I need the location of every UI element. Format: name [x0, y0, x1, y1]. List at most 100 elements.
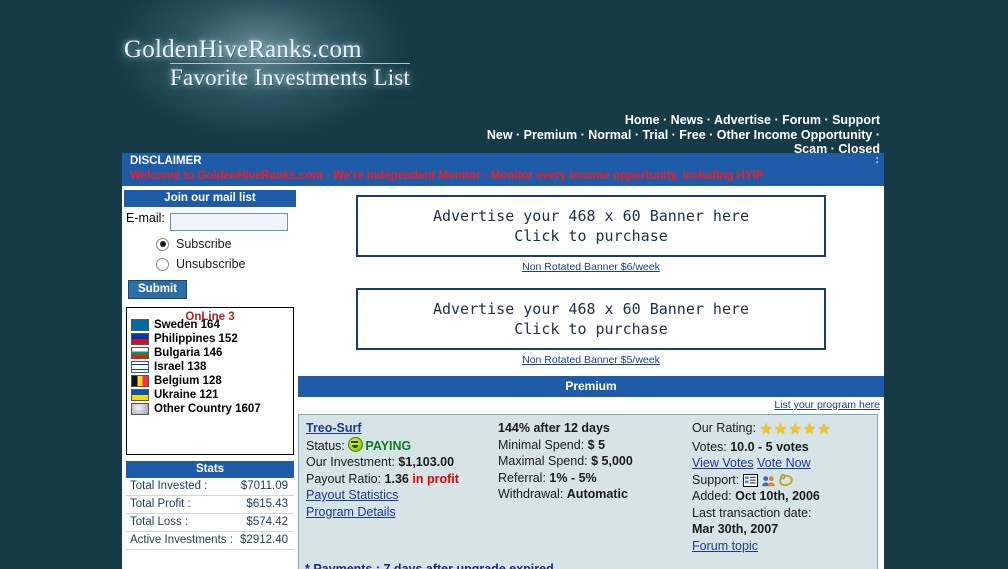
disclaimer-title: DISCLAIMER [130, 155, 202, 167]
star-icon: ★ [802, 421, 818, 438]
premium-section-title: Premium [298, 376, 884, 397]
payout-ratio-row: Payout Ratio: 1.36 in profit [306, 471, 498, 488]
nav-link-news[interactable]: News [671, 113, 704, 127]
nav-link-free[interactable]: Free [679, 128, 705, 142]
online-country-label: Other Country 1607 [154, 403, 261, 415]
online-country-label: Sweden 164 [154, 319, 220, 331]
votes-row: Votes: 10.0 - 5 votes [692, 439, 877, 456]
unsubscribe-radio-row[interactable]: Unsubscribe [156, 257, 294, 271]
minimal-spend-row: Minimal Spend: $ 5 [498, 437, 688, 454]
payout-statistics-link[interactable]: Payout Statistics [306, 488, 398, 502]
nav-link-normal[interactable]: Normal [588, 128, 631, 142]
plan-text: 144% after 12 days [498, 421, 610, 435]
nav-link-forum[interactable]: Forum [782, 113, 821, 127]
program-name-link[interactable]: Treo-Surf [306, 421, 362, 435]
maillist-title: Join our mail list [124, 190, 296, 207]
philippines-flag-icon [131, 333, 149, 345]
email-row: E-mail: [126, 211, 294, 231]
nav-link-premium[interactable]: Premium [524, 128, 578, 142]
withdrawal-row: Withdrawal: Automatic [498, 486, 688, 503]
israel-flag-icon [131, 361, 149, 373]
list-item: Belgium 128 [127, 374, 293, 388]
list-item: Other Country 1607 [127, 402, 293, 416]
subscribe-radio[interactable] [156, 237, 169, 251]
nav-row-2: New · Premium · Normal · Trial · Free · … [486, 127, 880, 142]
disclaimer-header: DISCLAIMER : [122, 153, 884, 170]
star-icon: ★ [817, 421, 832, 438]
advertise-banner[interactable]: Advertise your 468 x 60 Banner here Clic… [356, 195, 826, 257]
banner-line-2: Click to purchase [514, 320, 668, 338]
sidebar: Join our mail list E-mail: Subscribe Uns… [122, 186, 298, 550]
nav-link-other-income-opportunity[interactable]: Other Income Opportunity [717, 128, 873, 142]
investment-value: $1,103.00 [398, 455, 455, 469]
stats-value: $7011.09 [240, 480, 288, 492]
list-your-program-link[interactable]: List your program here [774, 399, 880, 411]
disclaimer-menu-dots[interactable]: : [876, 154, 879, 167]
online-country-label: Belgium 128 [154, 375, 222, 387]
list-item: Sweden 164 [127, 318, 293, 332]
disclaimer-marquee: Welcome to GoldenHiveRanks.com - We're i… [122, 170, 884, 186]
forum-topic-link[interactable]: Forum topic [692, 539, 758, 553]
listing-column-left: Treo-Surf Status: PAYING Our Investment:… [299, 420, 498, 554]
votes-value: 10.0 - 5 votes [730, 439, 809, 454]
list-item: Philippines 152 [127, 332, 293, 346]
added-value: Oct 10th, 2006 [735, 489, 820, 503]
online-visitors-box: OnLine 3 Sweden 164 Philippines 152 Bulg… [126, 307, 294, 455]
stats-value: $615.43 [246, 498, 288, 510]
nav-link-new[interactable]: New [487, 128, 513, 142]
smiley-icon [348, 436, 364, 452]
site-logo[interactable]: GoldenHiveRanks.com Favorite Investments… [124, 36, 411, 91]
email-input[interactable] [170, 213, 288, 231]
minimal-spend-label: Minimal Spend: [498, 437, 585, 452]
page-root: GoldenHiveRanks.com Favorite Investments… [0, 0, 1008, 569]
nav-link-advertise[interactable]: Advertise [714, 113, 771, 127]
maximal-spend-label: Maximal Spend: [498, 454, 588, 468]
logo-line-1: GoldenHiveRanks.com [124, 36, 362, 63]
star-icon: ★ [788, 421, 803, 438]
banner-line-2: Click to purchase [514, 227, 668, 245]
withdrawal-label: Withdrawal: [498, 487, 564, 501]
last-transaction-label: Last transaction date: [692, 505, 812, 520]
table-row: Total Invested : $7011.09 [126, 478, 294, 496]
referral-label: Referral: [498, 470, 546, 485]
banner-price-link[interactable]: Non Rotated Banner $5/week [298, 354, 884, 366]
status-badge: PAYING [365, 438, 412, 453]
referral-value: 1% - 5% [549, 470, 597, 485]
contact-form-icon[interactable] [742, 473, 758, 487]
vote-links-row: View Votes Vote Now [692, 455, 877, 472]
main-column: Advertise your 468 x 60 Banner here Clic… [298, 186, 884, 569]
ukraine-flag-icon [131, 389, 149, 401]
listing-column-right: Our Rating: ★★★★★ Votes: 10.0 - 5 votes … [688, 420, 877, 554]
list-item: Bulgaria 146 [127, 346, 293, 360]
stats-label: Total Loss : [130, 516, 189, 528]
maximal-spend-value: $ 5,000 [591, 454, 633, 468]
online-country-label: Israel 138 [154, 361, 207, 373]
star-icon: ★ [773, 421, 789, 438]
banner-price-link[interactable]: Non Rotated Banner $6/week [298, 261, 884, 273]
program-details-link[interactable]: Program Details [306, 505, 396, 519]
payout-ratio-value: 1.36 [384, 471, 409, 486]
star-icon: ★ [759, 421, 774, 438]
view-votes-link[interactable]: View Votes [692, 456, 754, 470]
vote-now-link[interactable]: Vote Now [757, 456, 811, 470]
subscribe-radio-row[interactable]: Subscribe [156, 237, 294, 251]
advertise-banner[interactable]: Advertise your 468 x 60 Banner here Clic… [356, 288, 826, 350]
nav-link-trial[interactable]: Trial [642, 128, 668, 142]
belgium-flag-icon [131, 375, 149, 387]
email-label: E-mail: [126, 211, 165, 225]
unsubscribe-radio[interactable] [156, 257, 169, 271]
banner-slot-2: Advertise your 468 x 60 Banner here Clic… [298, 283, 884, 366]
submit-button[interactable]: Submit [128, 280, 187, 299]
online-country-label: Philippines 152 [154, 333, 238, 345]
payout-ratio-label: Payout Ratio: [306, 471, 382, 486]
nav-link-home[interactable]: Home [625, 113, 660, 127]
phone-icon[interactable] [778, 473, 794, 487]
nav-row-1: Home · News · Advertise · Forum · Suppor… [624, 113, 880, 127]
table-row: Active Investments : $2912.40 [126, 532, 294, 550]
unsubscribe-label: Unsubscribe [176, 257, 246, 271]
stats-value: $2912.40 [240, 534, 288, 546]
nav-link-support[interactable]: Support [832, 113, 880, 127]
support-row: Support: [692, 472, 877, 489]
forum-people-icon[interactable] [761, 474, 776, 487]
stats-box: Stats Total Invested : $7011.09 Total Pr… [126, 461, 294, 550]
